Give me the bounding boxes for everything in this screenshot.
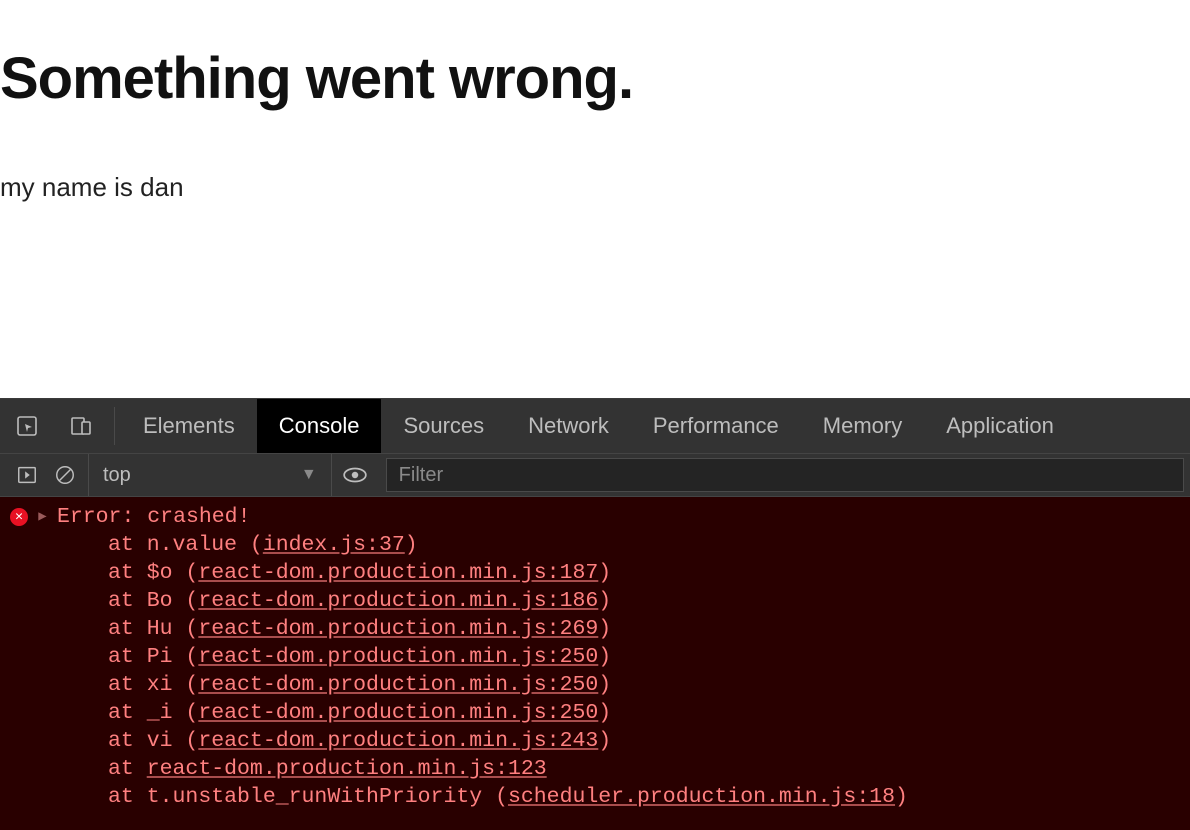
source-link[interactable]: react-dom.production.min.js:250 xyxy=(198,673,598,697)
stack-prefix: at _i ( xyxy=(108,701,198,725)
page-title: Something went wrong. xyxy=(0,45,1190,112)
tab-application[interactable]: Application xyxy=(924,399,1076,453)
page-content: Something went wrong. my name is dan xyxy=(0,0,1190,398)
console-output: ✕ ▸ Error: crashed! at n.value (index.js… xyxy=(0,497,1190,830)
tab-label: Sources xyxy=(403,413,484,439)
tab-console[interactable]: Console xyxy=(257,399,382,453)
expand-caret-icon[interactable]: ▸ xyxy=(36,503,49,531)
stack-frame: at n.value (index.js:37) xyxy=(108,531,1180,559)
stack-frame: at vi (react-dom.production.min.js:243) xyxy=(108,727,1180,755)
stack-trace: at n.value (index.js:37)at $o (react-dom… xyxy=(10,531,1180,811)
stack-prefix: at $o ( xyxy=(108,561,198,585)
devtools-tabbar: Elements Console Sources Network Performance… xyxy=(0,399,1190,453)
context-selector[interactable]: top ▼ xyxy=(88,454,332,496)
stack-suffix: ) xyxy=(405,533,418,557)
tab-label: Console xyxy=(279,413,360,439)
source-link[interactable]: react-dom.production.min.js:250 xyxy=(198,645,598,669)
source-link[interactable]: index.js:37 xyxy=(263,533,405,557)
stack-suffix: ) xyxy=(598,617,611,641)
source-link[interactable]: react-dom.production.min.js:269 xyxy=(198,617,598,641)
source-link[interactable]: react-dom.production.min.js:250 xyxy=(198,701,598,725)
stack-frame: at $o (react-dom.production.min.js:187) xyxy=(108,559,1180,587)
tab-label: Memory xyxy=(823,413,902,439)
tab-elements[interactable]: Elements xyxy=(121,399,257,453)
stack-prefix: at xi ( xyxy=(108,673,198,697)
tab-sources[interactable]: Sources xyxy=(381,399,506,453)
context-label: top xyxy=(103,464,131,487)
divider xyxy=(114,407,115,445)
stack-prefix: at n.value ( xyxy=(108,533,263,557)
tab-label: Elements xyxy=(143,413,235,439)
stack-suffix: ) xyxy=(598,701,611,725)
chevron-down-icon: ▼ xyxy=(301,466,317,484)
stack-suffix: ) xyxy=(598,673,611,697)
source-link[interactable]: react-dom.production.min.js:186 xyxy=(198,589,598,613)
stack-frame: at Hu (react-dom.production.min.js:269) xyxy=(108,615,1180,643)
stack-suffix: ) xyxy=(598,729,611,753)
stack-prefix: at Hu ( xyxy=(108,617,198,641)
console-toolbar: top ▼ xyxy=(0,453,1190,497)
error-message: Error: crashed! xyxy=(57,503,251,531)
stack-suffix: ) xyxy=(598,589,611,613)
stack-suffix: ) xyxy=(598,561,611,585)
inspect-element-icon[interactable] xyxy=(0,399,54,453)
tab-label: Application xyxy=(946,413,1054,439)
device-toolbar-icon[interactable] xyxy=(54,399,108,453)
stack-frame: at _i (react-dom.production.min.js:250) xyxy=(108,699,1180,727)
tab-network[interactable]: Network xyxy=(506,399,631,453)
error-badge-icon: ✕ xyxy=(10,508,28,526)
stack-prefix: at xyxy=(108,757,147,781)
stack-frame: at t.unstable_runWithPriority (scheduler… xyxy=(108,783,1180,811)
source-link[interactable]: react-dom.production.min.js:243 xyxy=(198,729,598,753)
tab-label: Performance xyxy=(653,413,779,439)
stack-prefix: at vi ( xyxy=(108,729,198,753)
stack-suffix: ) xyxy=(598,645,611,669)
stack-prefix: at Bo ( xyxy=(108,589,198,613)
source-link[interactable]: react-dom.production.min.js:187 xyxy=(198,561,598,585)
source-link[interactable]: react-dom.production.min.js:123 xyxy=(147,757,547,781)
stack-frame: at Pi (react-dom.production.min.js:250) xyxy=(108,643,1180,671)
page-subtext: my name is dan xyxy=(0,172,1190,203)
clear-console-icon[interactable] xyxy=(50,460,80,490)
devtools-panel: Elements Console Sources Network Performance… xyxy=(0,398,1190,830)
toggle-sidebar-icon[interactable] xyxy=(12,460,42,490)
stack-prefix: at Pi ( xyxy=(108,645,198,669)
source-link[interactable]: scheduler.production.min.js:18 xyxy=(508,785,895,809)
stack-prefix: at t.unstable_runWithPriority ( xyxy=(108,785,508,809)
stack-frame: at Bo (react-dom.production.min.js:186) xyxy=(108,587,1180,615)
tab-label: Network xyxy=(528,413,609,439)
live-expression-icon[interactable] xyxy=(340,460,370,490)
stack-suffix: ) xyxy=(895,785,908,809)
filter-input[interactable] xyxy=(386,458,1184,492)
tab-memory[interactable]: Memory xyxy=(801,399,924,453)
tab-performance[interactable]: Performance xyxy=(631,399,801,453)
stack-frame: at react-dom.production.min.js:123 xyxy=(108,755,1180,783)
stack-frame: at xi (react-dom.production.min.js:250) xyxy=(108,671,1180,699)
